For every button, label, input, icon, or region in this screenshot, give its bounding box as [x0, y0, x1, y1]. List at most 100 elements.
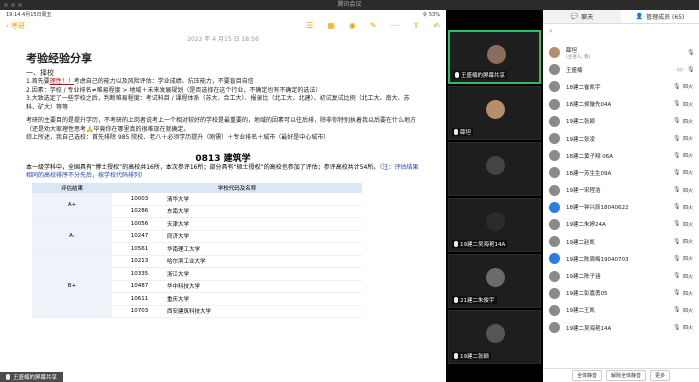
list-item[interactable]: 19建二彭嘉勇05 🎙 四火	[543, 285, 699, 302]
list-item[interactable]: 18建二侯璇先04A 🎙 四火	[543, 96, 699, 113]
more-button[interactable]: 更多	[650, 370, 671, 381]
mic-icon[interactable]: 🎙	[687, 66, 695, 73]
table-row: B+ 10213 哈尔滨工业大学	[32, 255, 362, 318]
table-row: A+ 10003 清华大学	[32, 192, 362, 218]
note-body[interactable]: 考验经验分享 一、择校 1.首先要理性！！考虑自己的能力以及风险评估：学业成绩、…	[0, 43, 446, 143]
avatar	[549, 98, 560, 110]
table-header-cell: 学校代码及名称	[112, 182, 362, 193]
back-button[interactable]: ‹ 考研	[6, 21, 25, 31]
video-tile[interactable]	[448, 142, 541, 196]
mic-icon	[455, 72, 459, 78]
mic-icon[interactable]: 🎙	[673, 273, 681, 279]
list-item[interactable]: 薛坦 (主持人, 我) 🎙	[543, 44, 699, 61]
list-item[interactable]: 19建二张凌 🎙 四火	[543, 130, 699, 147]
avatar	[486, 212, 505, 231]
list-item[interactable]: 19建二王凯 🎙 四火	[543, 302, 699, 319]
compose-icon[interactable]: ✍	[433, 21, 440, 30]
list-item[interactable]: 19建二张颖 🎙 四火	[543, 113, 699, 130]
avatar	[487, 45, 506, 64]
note-title: 考验经验分享	[26, 52, 92, 65]
mic-icon[interactable]: 🎙	[673, 324, 681, 331]
mic-icon[interactable]: 🎙	[673, 118, 681, 124]
avatar	[486, 156, 505, 175]
list-item[interactable]: 18建二崔凯宇 🎙 四火	[543, 78, 699, 95]
mic-icon[interactable]: 🎙	[673, 290, 681, 296]
mic-icon[interactable]: 🎙	[673, 152, 681, 159]
mic-icon[interactable]: 🎙	[673, 101, 681, 107]
tab-chat[interactable]: 💬 聊天	[543, 10, 621, 23]
members-icon: 👤	[635, 13, 644, 20]
list-item[interactable]: 19建二朱婷24A 🎙 四火	[543, 216, 699, 233]
list-icon[interactable]: ☰	[306, 21, 313, 30]
search-icon: ⌕	[549, 26, 553, 35]
shared-screen: 19:14 4月15日周五 令 53% ‹ 考研 ☰ ▦ ◉ ✎ ⋯ ⇪ ✍ 2…	[0, 10, 446, 382]
mic-icon	[454, 241, 458, 247]
video-tiles: 王盛楠的屏幕共享 薛坦 19建二吴海艳14A 21建二朱俊宇 19建二张颖	[448, 30, 541, 382]
avatar	[486, 324, 505, 343]
ipad-time: 19:14	[6, 12, 21, 18]
share-icon[interactable]: ⇪	[413, 21, 420, 30]
mic-icon	[454, 297, 458, 303]
avatar	[549, 184, 560, 196]
list-item[interactable]: 19建二吴海艳14A 🎙 四火	[543, 319, 699, 336]
member-panel: 💬 聊天 👤 管理成员 (65) ⌕ 薛坦 (主持人, 我) 🎙 王盛楠 ▭ 🎙 18建二崔…	[543, 10, 699, 382]
mic-icon[interactable]: 🎙	[687, 49, 695, 56]
search-input[interactable]: ⌕	[543, 24, 699, 38]
section-heading: 一、择校	[26, 69, 54, 77]
note-paragraph: 1.首先要理性！！考虑自己的能力以及风险评估：学业成绩、抗压能力，不要盲目自信	[26, 78, 254, 85]
list-item[interactable]: 18建一钟兴辰18040622 🎙 四火	[543, 199, 699, 216]
avatar	[549, 81, 560, 93]
mute-all-button[interactable]: 全体静音	[571, 370, 602, 381]
avatar	[549, 167, 560, 179]
video-tile[interactable]: 19建二吴海艳14A	[448, 198, 541, 252]
video-tile[interactable]: 薛坦	[448, 86, 541, 140]
table-row: A- 10056 天津大学	[32, 217, 362, 256]
mic-icon	[6, 374, 10, 380]
mic-icon[interactable]: 🎙	[673, 307, 681, 313]
wifi-icon: 令	[422, 12, 428, 18]
mic-icon[interactable]: 🎙	[673, 169, 681, 176]
list-item[interactable]: 19建二陈周梅19040703 🎙 四火	[543, 250, 699, 267]
mic-icon[interactable]: 🎙	[673, 238, 681, 245]
member-list[interactable]: 薛坦 (主持人, 我) 🎙 王盛楠 ▭ 🎙 18建二崔凯宇 🎙 四火 18建二侯璇先04A 🎙…	[543, 44, 699, 336]
avatar	[549, 270, 560, 282]
notes-toolbar: ‹ 考研 ☰ ▦ ◉ ✎ ⋯ ⇪ ✍	[0, 18, 446, 33]
list-item[interactable]: 18建一苏生生09A 🎙 四火	[543, 164, 699, 181]
mic-icon[interactable]: 🎙	[673, 221, 681, 227]
list-item[interactable]: 王盛楠 ▭ 🎙	[543, 61, 699, 78]
list-item[interactable]: 19建二赵凯 🎙 四火	[543, 233, 699, 250]
table-note: 本一级学科中，全国具有“博士授权”的高校共16所，本次参评16所；部分具有“硕士…	[26, 163, 419, 180]
window-controls[interactable]	[4, 3, 22, 7]
tab-members[interactable]: 👤 管理成员 (65)	[621, 10, 699, 23]
panel-footer: 全体静音 解除全体静音 更多	[543, 368, 699, 382]
avatar	[549, 64, 560, 76]
presenter-tag: 王盛楠的屏幕共享	[0, 372, 64, 382]
list-item[interactable]: 19建二陈子涵 🎙 四火	[543, 267, 699, 284]
screen-share-icon: ▭	[677, 65, 683, 73]
table-title: 0813 建筑学	[195, 153, 251, 164]
unmute-all-button[interactable]: 解除全体静音	[605, 370, 646, 381]
mic-icon	[454, 129, 458, 135]
avatar	[549, 322, 560, 334]
camera-icon[interactable]: ◉	[349, 21, 356, 30]
avatar	[549, 287, 560, 299]
video-tile[interactable]: 王盛楠的屏幕共享	[448, 30, 541, 84]
video-tile[interactable]: 19建二张颖	[448, 310, 541, 364]
mic-icon[interactable]: 🎙	[673, 255, 681, 262]
panel-tabs: 💬 聊天 👤 管理成员 (65)	[543, 10, 699, 24]
list-item[interactable]: 18建二黄子翔 06A 🎙 四火	[543, 147, 699, 164]
mic-icon[interactable]: 🎙	[673, 204, 681, 210]
video-tile[interactable]: 21建二朱俊宇	[448, 254, 541, 308]
avatar	[549, 115, 560, 127]
note-paragraph: 综上所述，我自己选校：首先排除 985 院校、老八＋必须学历提升（刚需）＋专业排…	[26, 134, 330, 141]
window-title: 腾讯会议	[337, 1, 362, 8]
table-icon[interactable]: ▦	[327, 21, 335, 30]
markup-icon[interactable]: ✎	[370, 21, 377, 30]
window-titlebar: 腾讯会议	[0, 0, 699, 10]
mic-icon[interactable]: 🎙	[673, 135, 681, 142]
mic-icon[interactable]: 🎙	[673, 187, 681, 193]
mic-icon	[454, 353, 458, 359]
mic-icon[interactable]: 🎙	[673, 83, 681, 90]
more-icon[interactable]: ⋯	[391, 21, 399, 30]
list-item[interactable]: 19建一宋程浩 🎙 四火	[543, 182, 699, 199]
